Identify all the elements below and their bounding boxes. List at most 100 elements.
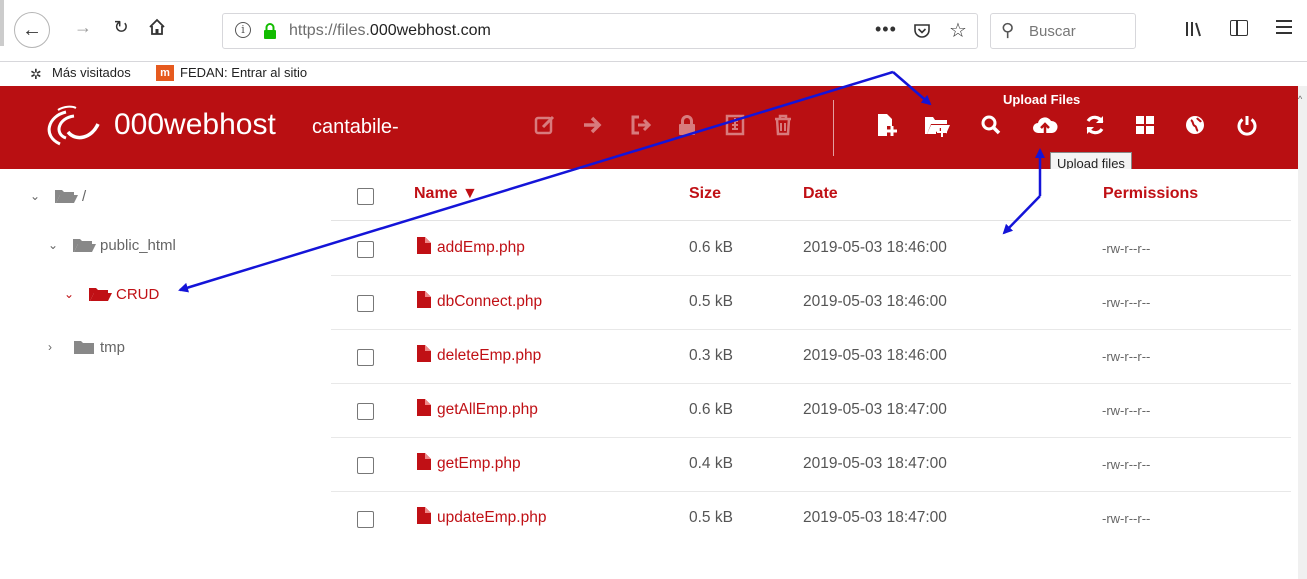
file-icon [417,237,431,254]
grid-view-button[interactable] [1130,110,1160,140]
power-icon [1237,116,1257,136]
chevron-right-icon[interactable]: › [48,340,64,354]
new-folder-icon [925,117,950,138]
archive-button[interactable] [720,110,750,140]
home-button[interactable] [142,12,172,42]
cloud-upload-icon [1033,117,1058,134]
file-name[interactable]: dbConnect.php [437,293,542,311]
row-checkbox[interactable] [357,295,374,312]
bookmark-fedan[interactable]: FEDAN: Entrar al sitio [180,65,307,80]
select-all-checkbox[interactable] [357,188,374,205]
info-icon[interactable]: i [235,22,251,38]
file-table: Name ▼ Size Date Permissions addEmp.php … [331,169,1298,579]
file-icon [417,399,431,416]
file-icon [417,291,431,308]
search-placeholder: Buscar [1029,23,1076,40]
file-size: 0.4 kB [689,455,733,472]
table-row[interactable]: dbConnect.php 0.5 kB 2019-05-03 18:46:00… [331,276,1291,330]
upload-files-label: Upload Files [1003,92,1081,107]
url-text[interactable]: https://files.000webhost.com [289,22,491,40]
refresh-icon [1086,115,1104,135]
language-button[interactable] [1180,110,1210,140]
tree-item-root[interactable]: ⌄ / [30,185,86,207]
column-permissions[interactable]: Permissions [1103,185,1198,203]
power-button[interactable] [1232,110,1262,140]
url-bar[interactable]: i https://files.000webhost.com ••• ☆ [222,13,978,49]
chevron-down-icon[interactable]: ⌄ [30,189,46,203]
file-name[interactable]: getAllEmp.php [437,401,538,419]
back-button[interactable]: ← [14,12,50,48]
lock-icon[interactable] [261,22,279,40]
chevron-down-icon[interactable]: ⌄ [48,238,64,252]
row-checkbox[interactable] [357,403,374,420]
url-host: 000webhost.com [369,22,491,39]
row-checkbox[interactable] [357,349,374,366]
forward-arrow-icon: → [74,16,92,37]
upload-files-button[interactable] [1030,110,1060,140]
forward-button[interactable]: → [68,12,98,42]
bookmarks-bar: ✲ Más visitados m FEDAN: Entrar al sitio [0,62,1307,86]
table-row[interactable]: getAllEmp.php 0.6 kB 2019-05-03 18:47:00… [331,384,1291,438]
column-size[interactable]: Size [689,185,721,203]
file-size: 0.3 kB [689,347,733,364]
rename-button[interactable] [530,110,560,140]
chevron-down-icon[interactable]: ⌄ [64,287,80,301]
column-name[interactable]: Name ▼ [414,185,478,203]
tree-item-public-html[interactable]: ⌄ public_html [48,234,176,256]
table-row[interactable]: getEmp.php 0.4 kB 2019-05-03 18:47:00 -r… [331,438,1291,492]
folder-icon [74,341,94,354]
column-date[interactable]: Date [803,185,838,203]
search-button[interactable] [976,110,1006,140]
tree-item-crud[interactable]: ⌄ CRUD [64,283,159,305]
file-date: 2019-05-03 18:47:00 [803,401,947,418]
file-date: 2019-05-03 18:46:00 [803,347,947,364]
move-button[interactable] [578,110,608,140]
row-checkbox[interactable] [357,457,374,474]
tree-item-tmp[interactable]: › tmp [48,336,125,358]
folder-tree: ⌄ / ⌄ public_html ⌄ CRUD › tmp [0,169,331,579]
file-permissions: -rw-r--r-- [1102,241,1151,256]
file-name[interactable]: deleteEmp.php [437,347,541,365]
scrollbar[interactable]: ^ [1298,86,1307,579]
file-permissions: -rw-r--r-- [1102,403,1151,418]
bookmark-star-icon[interactable]: ☆ [949,18,967,43]
page-actions-icon[interactable]: ••• [875,19,897,40]
table-header: Name ▼ Size Date Permissions [331,169,1291,221]
arrow-right-icon [584,116,602,134]
pocket-icon[interactable] [913,22,931,40]
row-checkbox[interactable] [357,511,374,528]
archive-icon [725,114,745,136]
file-size: 0.5 kB [689,509,733,526]
permissions-button[interactable] [672,110,702,140]
lock-icon [679,115,695,135]
file-icon [417,507,431,524]
search-bar[interactable]: ⚲ Buscar [990,13,1136,49]
bookmark-mas-visitados[interactable]: Más visitados [52,65,131,80]
sidebar-toggle-icon[interactable] [1230,20,1248,36]
table-row[interactable]: updateEmp.php 0.5 kB 2019-05-03 18:47:00… [331,492,1291,546]
refresh-button[interactable] [1080,110,1110,140]
folder-open-icon [73,239,96,252]
table-row[interactable]: deleteEmp.php 0.3 kB 2019-05-03 18:46:00… [331,330,1291,384]
row-checkbox[interactable] [357,241,374,258]
hamburger-menu-icon[interactable] [1276,20,1292,34]
library-icon[interactable] [1184,20,1206,38]
delete-button[interactable] [768,110,798,140]
file-size: 0.6 kB [689,401,733,418]
url-prefix: https://files. [289,22,370,39]
file-size: 0.6 kB [689,239,733,256]
file-name[interactable]: updateEmp.php [437,509,546,527]
new-file-button[interactable] [872,110,902,140]
new-folder-button[interactable] [922,110,952,140]
logout-style-button[interactable] [626,110,656,140]
file-name[interactable]: getEmp.php [437,455,521,473]
table-row[interactable]: addEmp.php 0.6 kB 2019-05-03 18:46:00 -r… [331,222,1291,276]
window-edge [0,0,4,46]
file-date: 2019-05-03 18:47:00 [803,509,947,526]
moodle-icon: m [156,65,174,81]
reload-button[interactable]: ↻ [106,12,136,42]
back-arrow-icon: ← [22,18,42,41]
file-name[interactable]: addEmp.php [437,239,525,257]
scroll-up-icon[interactable]: ^ [1298,94,1302,104]
edit-icon [534,115,555,135]
